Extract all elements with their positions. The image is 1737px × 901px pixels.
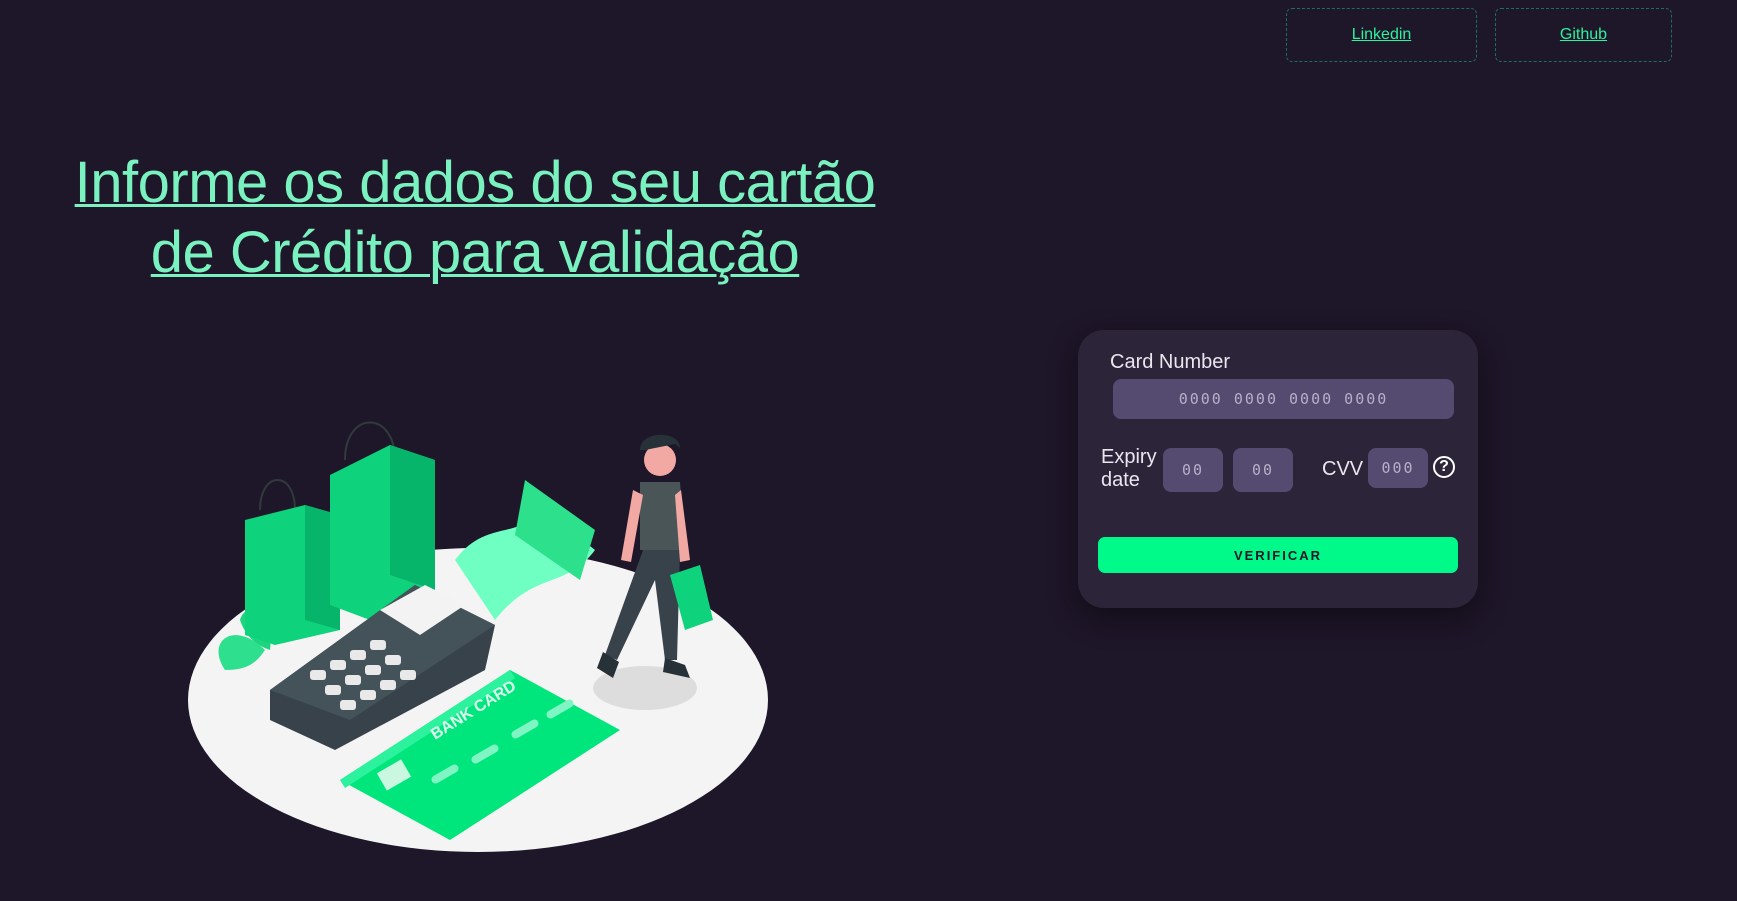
verify-button[interactable]: VERIFICAR: [1098, 537, 1458, 573]
expiry-label-line-1: Expiry: [1101, 446, 1157, 468]
card-number-label: Card Number: [1110, 351, 1231, 373]
headline-line-1: Informe os dados do seu cartão: [74, 150, 876, 215]
expiry-date-label: Expiry date: [1101, 446, 1157, 492]
cvv-label: CVV: [1322, 458, 1364, 480]
page-headline: Informe os dados do seu cartão de Crédit…: [40, 148, 910, 288]
shopping-bag-icon: [245, 479, 340, 645]
linkedin-link[interactable]: Linkedin: [1286, 8, 1477, 62]
expiry-year-field[interactable]: [1233, 448, 1293, 492]
github-link[interactable]: Github: [1495, 8, 1672, 62]
payment-illustration: BANK CARD: [188, 421, 768, 852]
expiry-month-field[interactable]: [1163, 448, 1223, 492]
expiry-label-line-2: date: [1101, 469, 1140, 491]
credit-card-form: Card Number Expiry date CVV ? VERIFICAR: [1078, 330, 1478, 608]
cvv-help-icon[interactable]: ?: [1433, 456, 1455, 478]
headline-line-2: de Crédito para validação: [150, 220, 800, 285]
cvv-field[interactable]: [1368, 448, 1428, 488]
card-number-field[interactable]: [1113, 379, 1454, 419]
